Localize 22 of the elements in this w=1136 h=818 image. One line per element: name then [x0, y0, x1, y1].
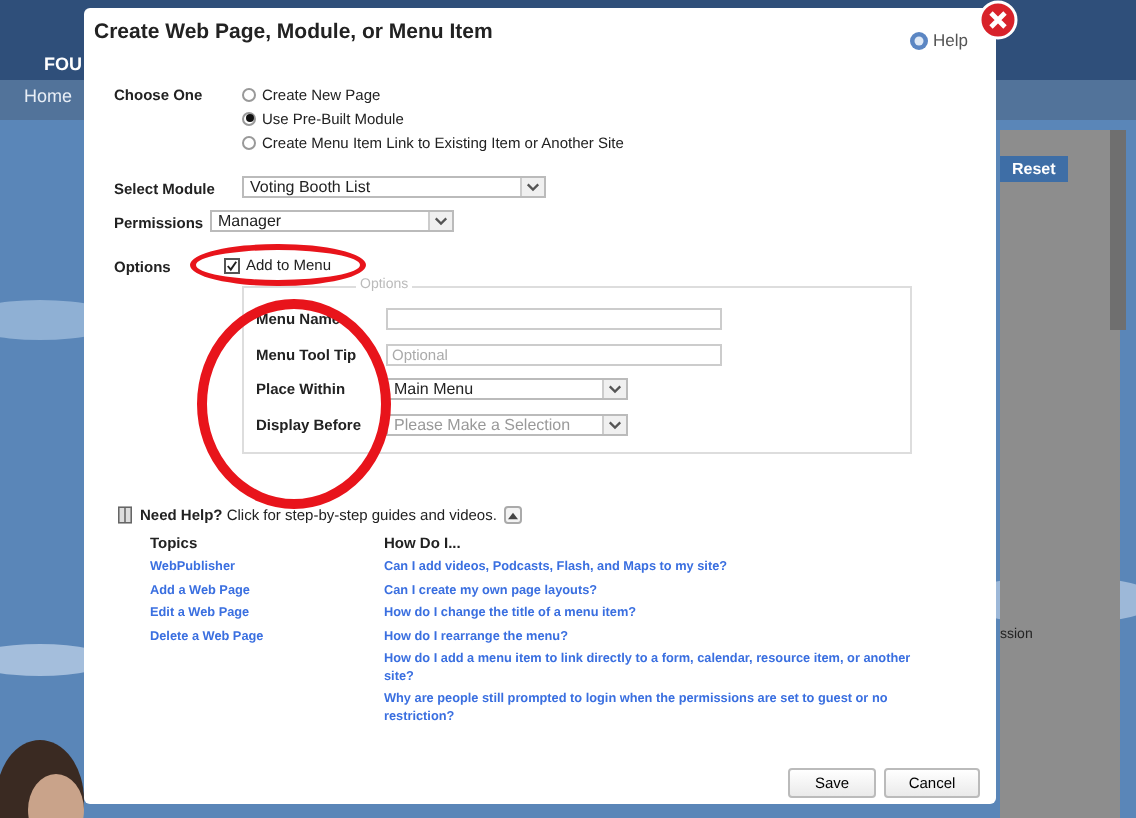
collapse-button[interactable] — [504, 506, 523, 524]
caret-icon — [526, 182, 540, 192]
nav-link[interactable]: Home — [24, 86, 73, 106]
caret-icon — [508, 511, 519, 519]
dialog-title: Create Web Page, Module, or Menu Item — [94, 20, 493, 44]
dropdown[interactable]: Main Menu — [386, 378, 628, 401]
caret-icon — [608, 384, 622, 395]
help-link[interactable]: Help — [933, 30, 968, 50]
book-icon — [118, 506, 132, 524]
checkbox[interactable] — [224, 257, 240, 273]
dropdown[interactable]: Manager — [210, 210, 454, 232]
radio-button[interactable] — [242, 111, 256, 125]
input-field[interactable] — [386, 308, 722, 331]
radio-button[interactable] — [242, 87, 256, 101]
help-icon[interactable] — [909, 31, 928, 49]
logo-text: FOU — [44, 54, 82, 74]
caret-icon — [608, 419, 622, 430]
dropdown[interactable]: Please Make a Selection — [386, 413, 628, 436]
reset-button[interactable]: Reset — [1000, 156, 1068, 182]
radio-button[interactable] — [242, 135, 256, 149]
caret-icon — [434, 216, 448, 226]
dropdown[interactable]: Voting Booth List — [242, 176, 546, 198]
